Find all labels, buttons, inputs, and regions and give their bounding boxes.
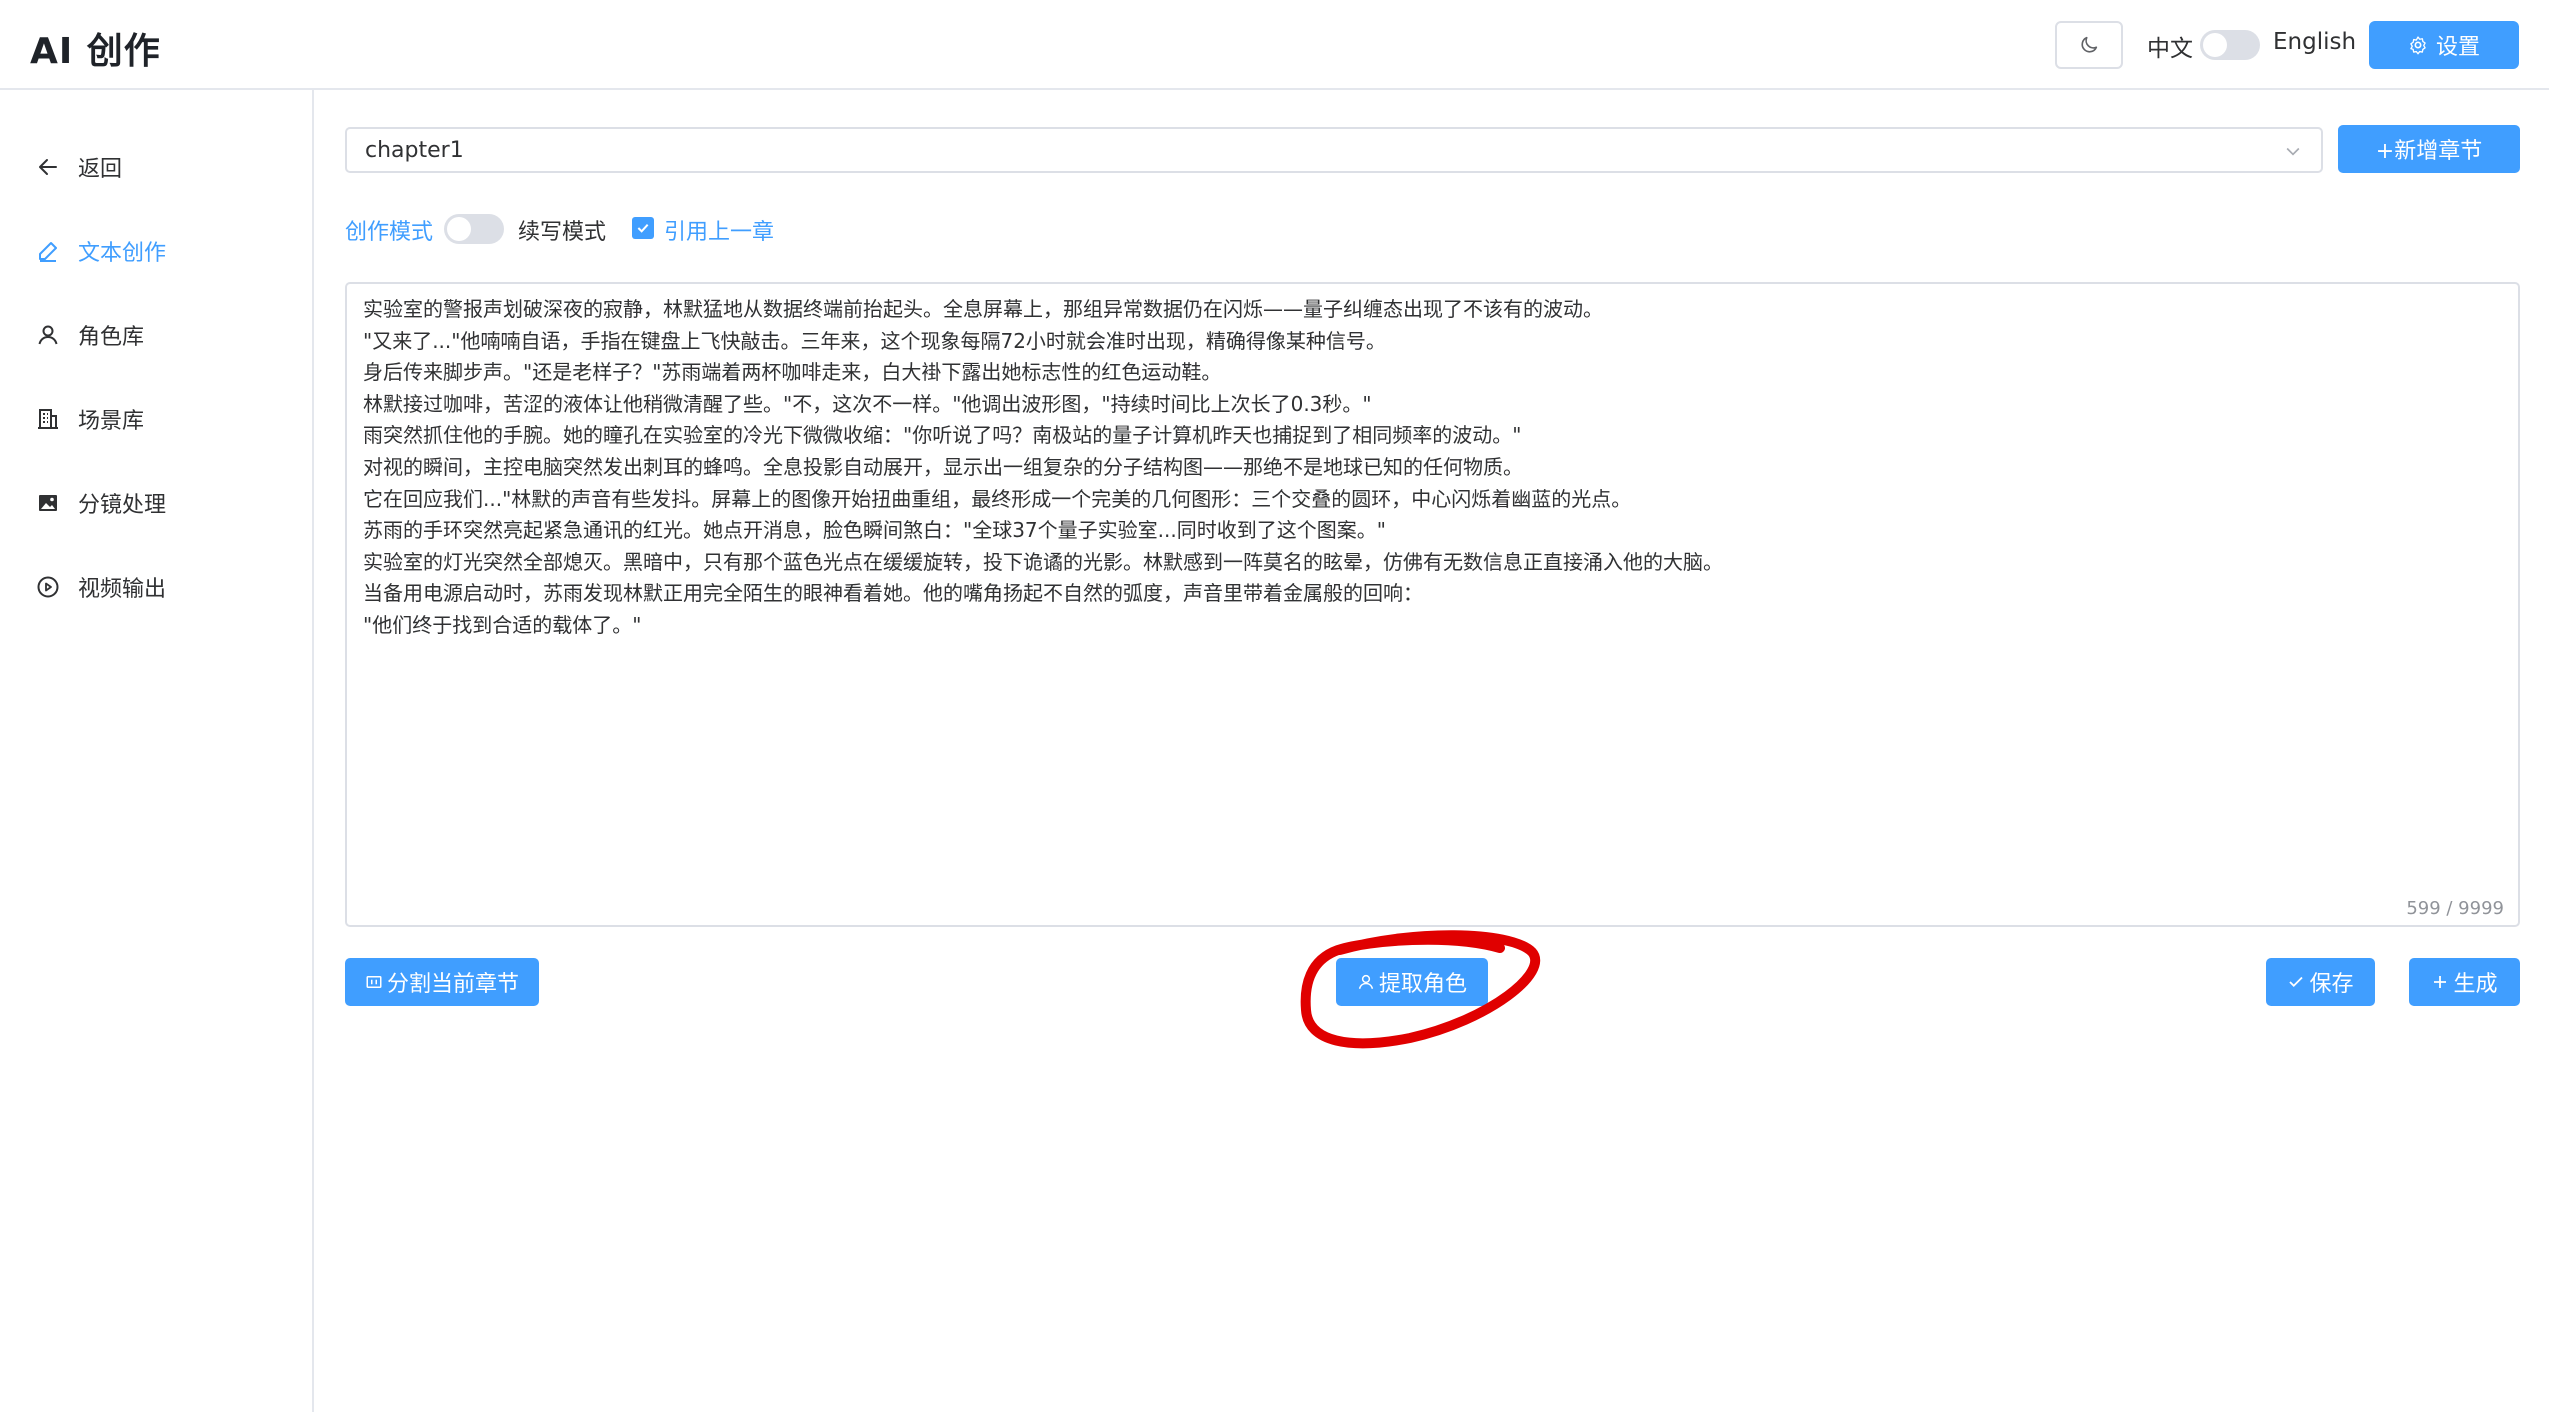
sidebar-item-label: 文本创作 xyxy=(78,241,167,266)
editor-line: 实验室的警报声划破深夜的寂静，林默猛地从数据终端前抬起头。全息屏幕上，那组异常数… xyxy=(363,297,1603,321)
split-chapter-label: 分割当前章节 xyxy=(386,972,519,997)
editor-line: 苏雨的手环突然亮起紧急通讯的红光。她点开消息，脸色瞬间煞白："全球37个量子实验… xyxy=(363,518,1386,543)
save-label: 保存 xyxy=(2309,972,2354,997)
sidebar-item-characters[interactable]: 角色库 xyxy=(0,305,312,365)
extract-characters-label: 提取角色 xyxy=(1378,972,1467,997)
editor-line: 对视的瞬间，主控电脑突然发出刺耳的蜂鸣。全息投影自动展开，显示出一组复杂的分子结… xyxy=(363,454,1523,479)
split-chapter-button[interactable]: 分割当前章节 xyxy=(345,958,539,1006)
plus-icon xyxy=(2434,976,2447,988)
app-title: AI 创作 xyxy=(30,31,161,72)
word-count: 599 / 9999 xyxy=(2406,898,2504,919)
settings-label: 设置 xyxy=(2435,35,2480,60)
chevron-down-icon xyxy=(2286,147,2300,156)
sidebar-item-text-creation[interactable]: 文本创作 xyxy=(0,221,312,281)
generate-label: 生成 xyxy=(2453,972,2498,997)
sidebar-item-back[interactable]: 返回 xyxy=(0,137,312,197)
editor-line: "他们终于找到合适的载体了。" xyxy=(363,612,642,637)
content-editor[interactable]: 实验室的警报声划破深夜的寂静，林默猛地从数据终端前抬起头。全息屏幕上，那组异常数… xyxy=(345,282,2520,927)
language-english-label: English xyxy=(2273,29,2357,55)
language-switch[interactable] xyxy=(2200,30,2260,60)
sidebar-item-storyboard[interactable]: 分镜处理 xyxy=(0,473,312,533)
theme-toggle-button[interactable] xyxy=(2055,21,2123,69)
image-icon xyxy=(39,495,57,511)
top-header: AI 创作 中文 English 设置 xyxy=(0,0,2549,90)
arrow-left-icon xyxy=(39,159,57,175)
new-chapter-label: +新增章节 xyxy=(2375,139,2483,164)
settings-button[interactable]: 设置 xyxy=(2369,21,2519,69)
editor-line: 雨突然抓住他的手腕。她的瞳孔在实验室的冷光下微微收缩："你听说了吗？南极站的量子… xyxy=(363,423,1522,448)
editor-line: 林默接过咖啡，苦涩的液体让他稍微清醒了些。"不，这次不一样。"他调出波形图，"持… xyxy=(363,391,1372,416)
edit-icon xyxy=(39,242,57,262)
user-icon xyxy=(1358,974,1374,989)
gear-icon xyxy=(2410,36,2426,55)
mode-switch[interactable] xyxy=(444,214,504,244)
save-button[interactable]: 保存 xyxy=(2266,958,2375,1006)
check-icon xyxy=(637,223,649,233)
sidebar-item-video-output[interactable]: 视频输出 xyxy=(0,557,312,617)
sidebar-item-label: 分镜处理 xyxy=(78,493,167,518)
sidebar-item-label: 视频输出 xyxy=(78,577,167,602)
sidebar-item-label: 返回 xyxy=(78,157,123,182)
sidebar-item-scenes[interactable]: 场景库 xyxy=(0,389,312,449)
check-icon xyxy=(2289,976,2304,988)
editor-line: "又来了..."他喃喃自语，手指在键盘上飞快敲击。三年来，这个现象每隔72小时就… xyxy=(363,328,1386,353)
play-circle-icon xyxy=(37,576,59,598)
building-icon xyxy=(38,409,58,429)
moon-icon xyxy=(2081,36,2098,53)
user-icon xyxy=(38,325,58,345)
reference-previous-checkbox[interactable] xyxy=(632,217,654,239)
reference-previous-label[interactable]: 引用上一章 xyxy=(664,214,774,246)
chapter-select[interactable]: chapter1 xyxy=(345,127,2323,173)
editor-line: 它在回应我们..."林默的声音有些发抖。屏幕上的图像开始扭曲重组，最终形成一个完… xyxy=(363,486,1632,511)
editor-line: 实验室的灯光突然全部熄灭。黑暗中，只有那个蓝色光点在缓缓旋转，投下诡谲的光影。林… xyxy=(363,549,1723,574)
creation-mode-label: 创作模式 xyxy=(345,220,434,245)
split-icon xyxy=(366,976,382,988)
extract-characters-button[interactable]: 提取角色 xyxy=(1336,958,1488,1006)
continue-mode-label: 续写模式 xyxy=(518,220,607,245)
new-chapter-button[interactable]: +新增章节 xyxy=(2338,125,2520,173)
chapter-select-value: chapter1 xyxy=(365,137,464,163)
editor-line: 身后传来脚步声。"还是老样子？"苏雨端着两杯咖啡走来，白大褂下露出她标志性的红色… xyxy=(363,360,1222,385)
sidebar: 返回 文本创作 角色库 场景库 分镜处理 视频输出 xyxy=(0,90,314,1412)
sidebar-item-label: 场景库 xyxy=(78,409,145,434)
generate-button[interactable]: 生成 xyxy=(2409,958,2520,1006)
language-chinese-label: 中文 xyxy=(2147,36,2193,62)
sidebar-item-label: 角色库 xyxy=(78,325,145,350)
editor-line: 当备用电源启动时，苏雨发现林默正用完全陌生的眼神看着她。他的嘴角扬起不自然的弧度… xyxy=(363,581,1423,606)
